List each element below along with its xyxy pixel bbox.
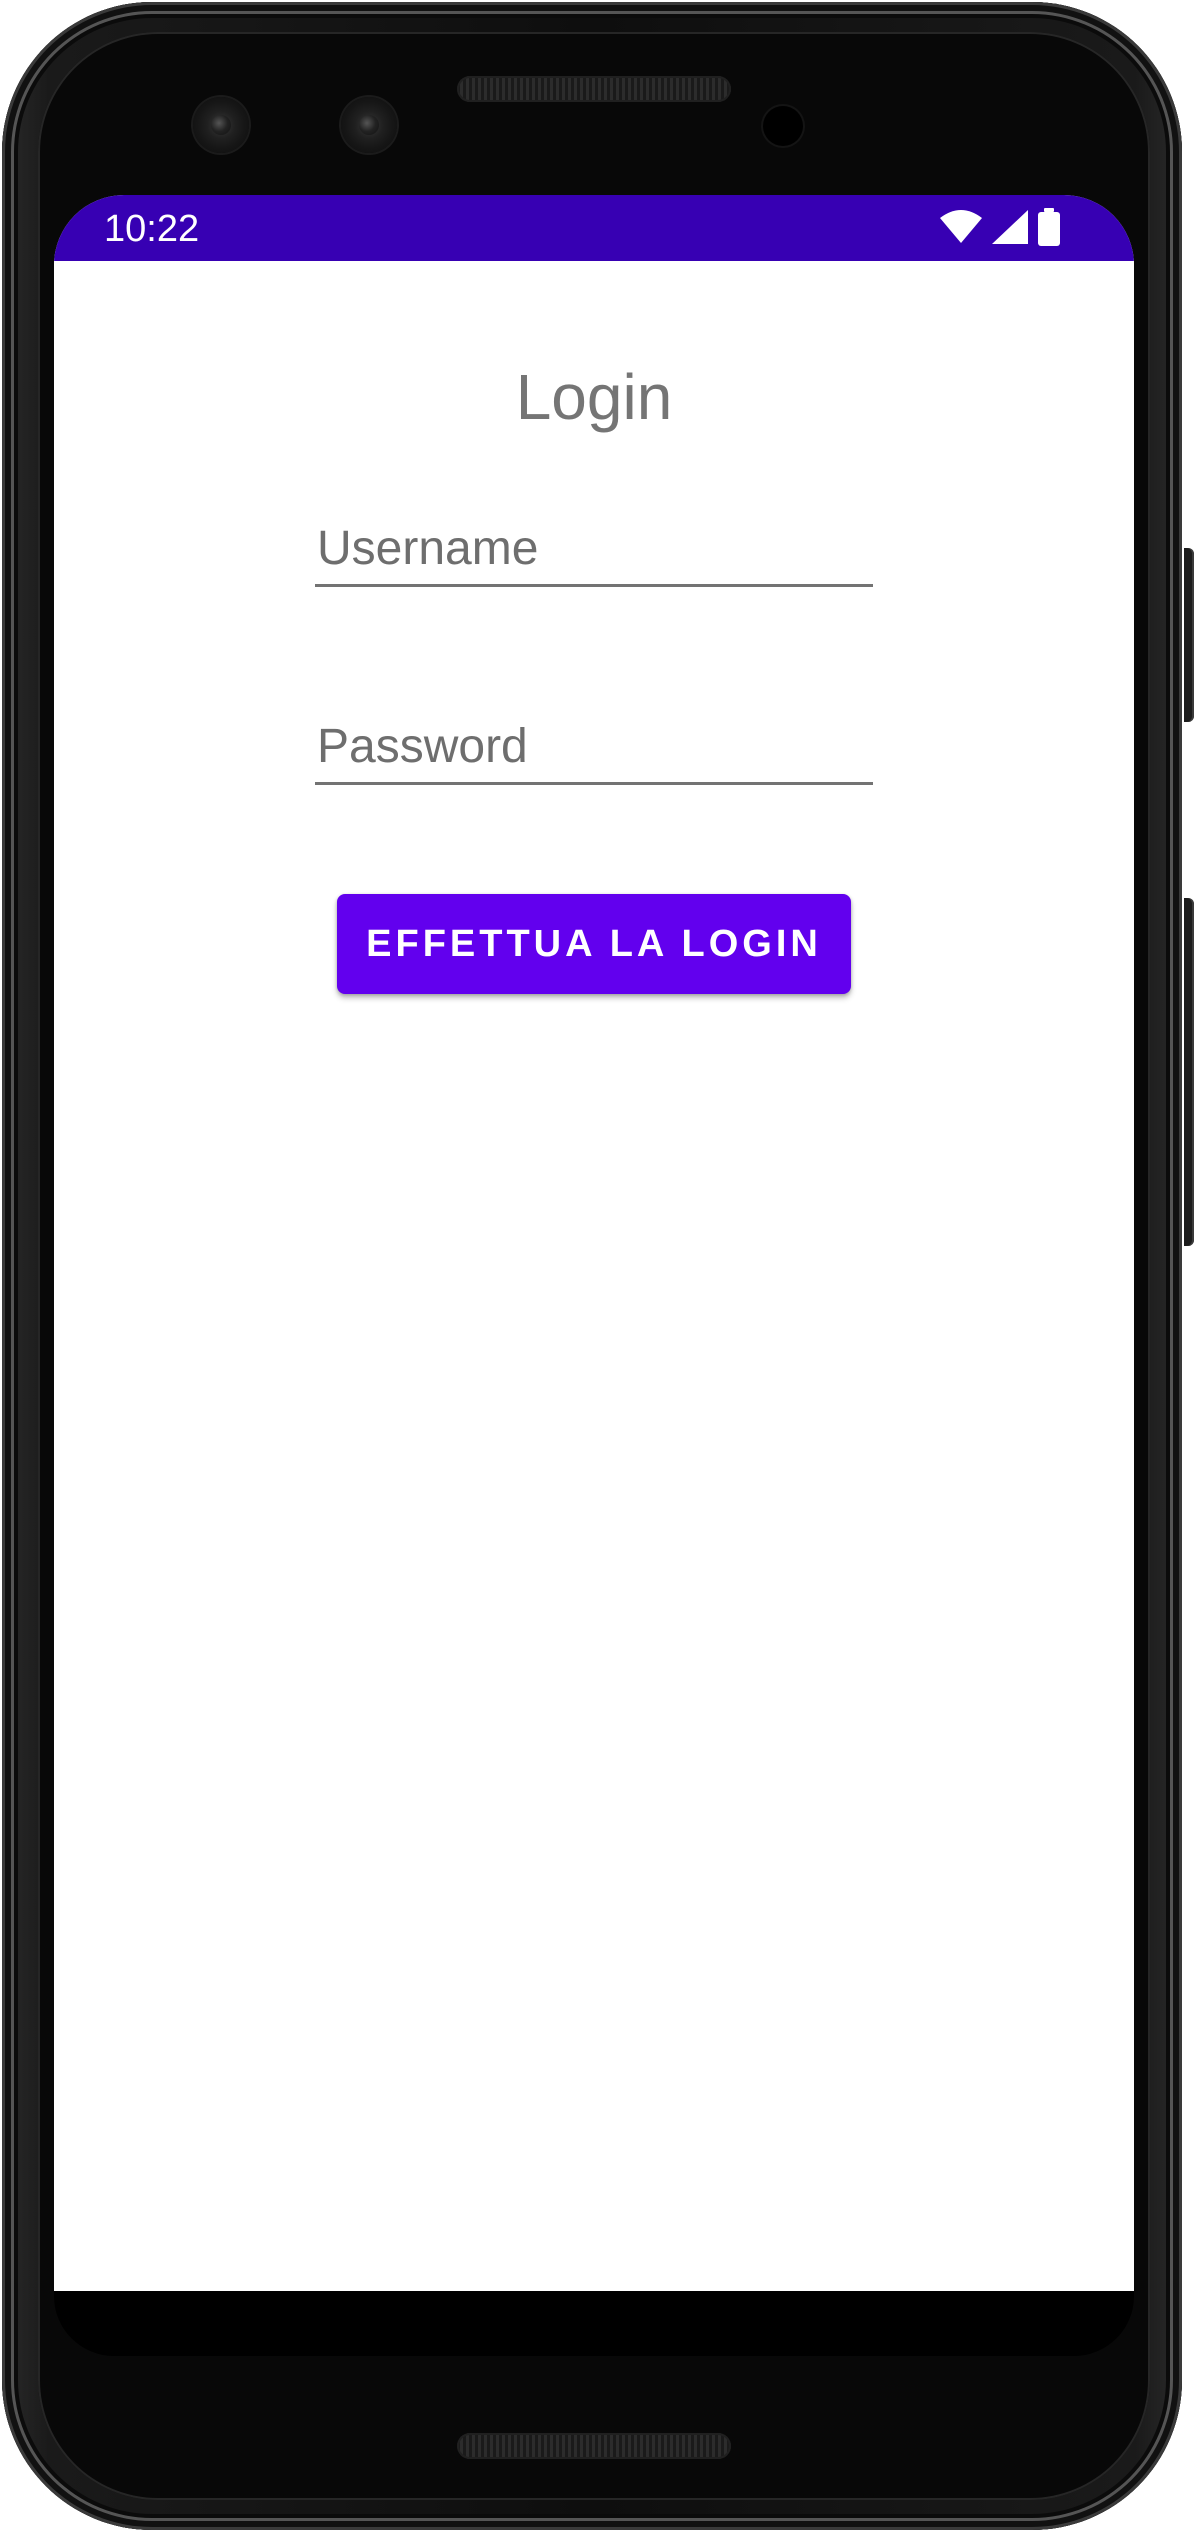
login-screen: Login EFFETTUA LA LOGIN [54, 261, 1134, 2291]
username-input[interactable] [315, 513, 873, 587]
page-title: Login [515, 361, 673, 433]
signal-icon [992, 209, 1028, 249]
volume-button [1184, 898, 1194, 1246]
proximity-sensor [763, 106, 803, 146]
wifi-icon [940, 209, 982, 249]
login-button[interactable]: EFFETTUA LA LOGIN [337, 894, 851, 994]
password-input[interactable] [315, 711, 873, 785]
power-button [1184, 548, 1194, 722]
earpiece-speaker [457, 76, 731, 102]
phone-screen: 10:22 Login Username EFFETTUA LA LOGIN [54, 195, 1134, 2291]
status-bar: 10:22 [54, 195, 1134, 261]
bottom-speaker [457, 2433, 731, 2459]
status-time: 10:22 [104, 208, 200, 250]
phone-device-frame: 10:22 Login Username EFFETTUA LA LOGIN [0, 0, 1194, 2532]
status-icons [940, 207, 1060, 251]
front-camera-icon [341, 97, 397, 153]
battery-icon [1038, 207, 1060, 251]
navigation-bar [54, 2291, 1134, 2356]
front-camera-icon [193, 97, 249, 153]
